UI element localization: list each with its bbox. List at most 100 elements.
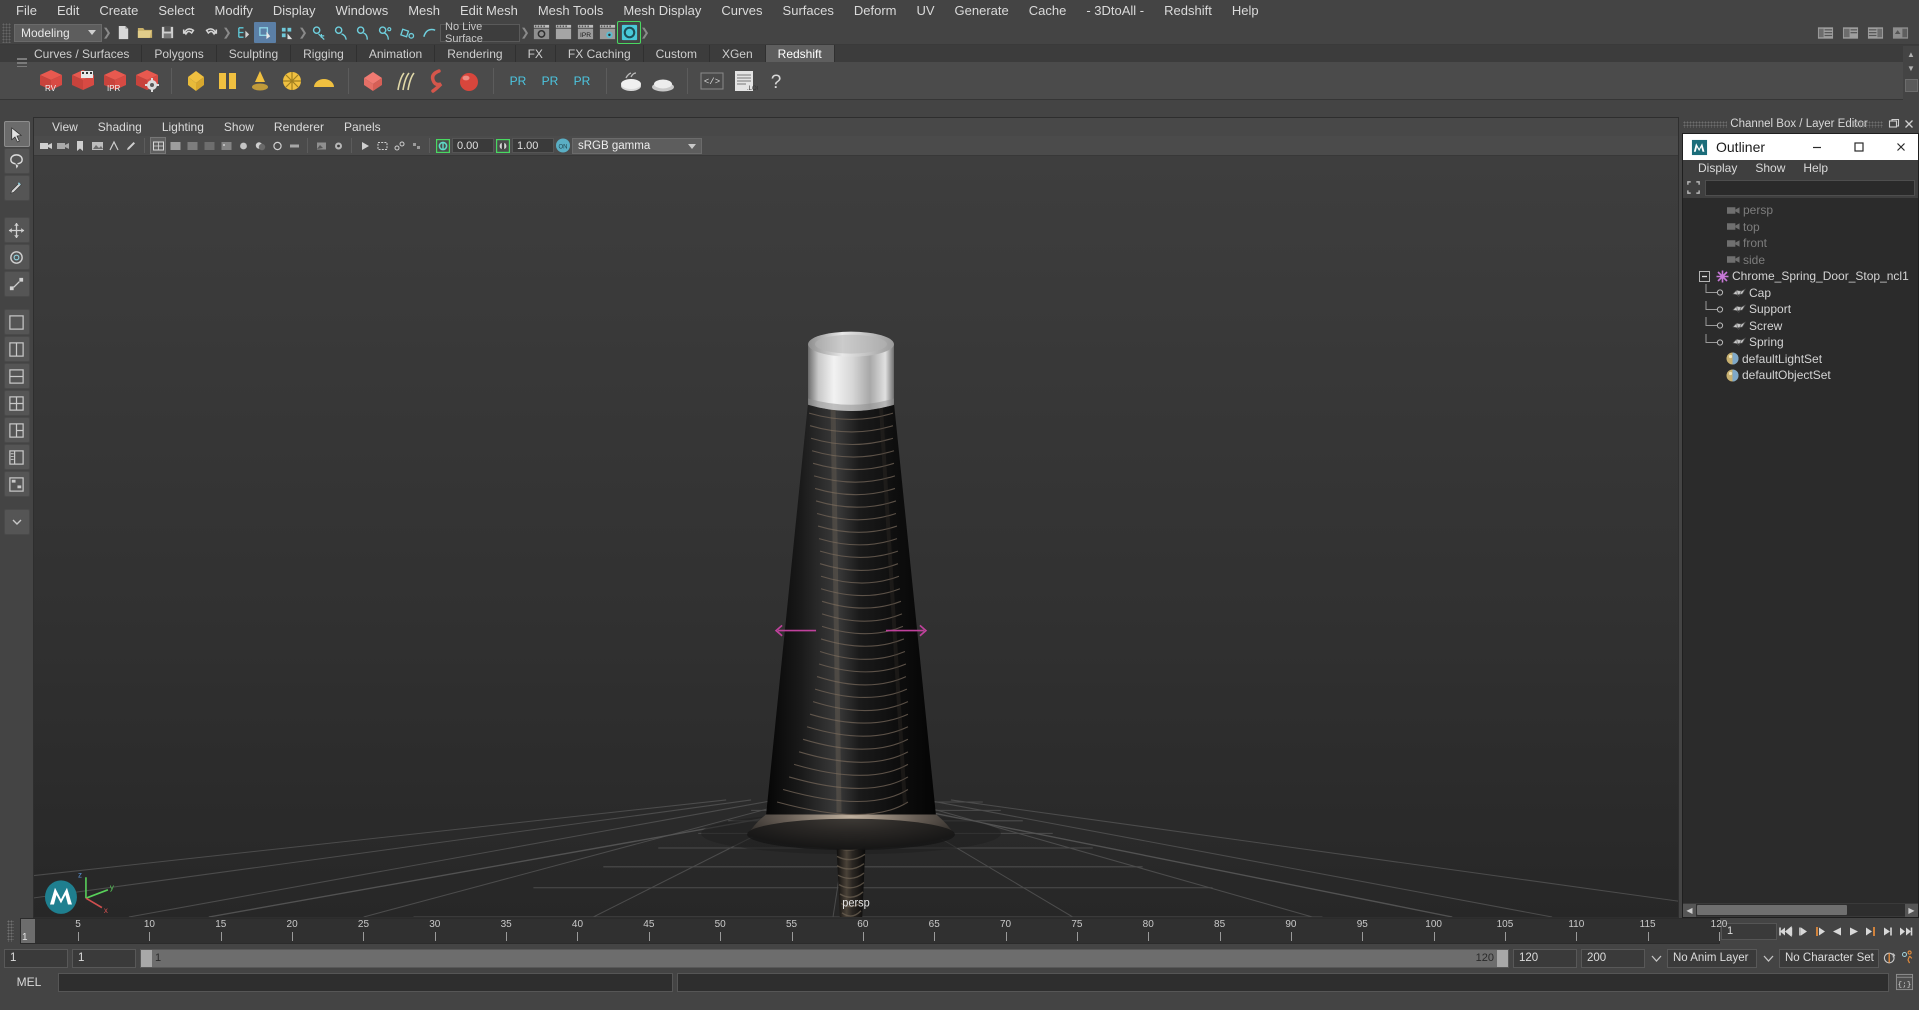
redshift-dome-light-icon[interactable] <box>277 65 307 97</box>
time-slider[interactable]: 1 5 10 15 20 25 30 35 40 45 50 55 60 65 70 75 80 85 90 95 1… <box>20 918 1727 944</box>
redshift-bake-icon[interactable] <box>616 65 646 97</box>
toggle-channel-box-button[interactable] <box>1864 22 1886 43</box>
render-current-frame-button[interactable] <box>530 22 552 43</box>
shadows-icon[interactable] <box>252 137 268 154</box>
section-collapse-arrow-5[interactable]: ❯ <box>640 24 650 42</box>
outliner-maximize-button[interactable] <box>1842 134 1876 160</box>
time-slider-grip[interactable] <box>0 918 20 944</box>
outliner-menu-show[interactable]: Show <box>1746 160 1794 177</box>
menu-set-selector[interactable]: Modeling <box>14 23 102 42</box>
outliner-search-input[interactable] <box>1705 179 1915 196</box>
command-line-mode-label[interactable]: MEL <box>4 975 54 989</box>
character-set-selector[interactable]: No Character Set <box>1779 948 1879 968</box>
redshift-hair-icon[interactable] <box>390 65 420 97</box>
more-layouts-button[interactable] <box>3 509 30 535</box>
section-collapse-arrow-2[interactable]: ❯ <box>222 24 232 42</box>
outliner-item-top[interactable]: top <box>1683 219 1918 236</box>
render-settings-button[interactable] <box>596 22 618 43</box>
open-scene-button[interactable] <box>134 22 156 43</box>
step-forward-key-button[interactable] <box>1863 921 1879 941</box>
menu-item-windows[interactable]: Windows <box>325 0 398 21</box>
range-slider-bar[interactable]: 1 120 <box>140 948 1509 968</box>
shelf-tab-animation[interactable]: Animation <box>356 45 436 62</box>
two-d-pan-zoom-icon[interactable] <box>106 137 122 154</box>
viewport-menu-renderer[interactable]: Renderer <box>264 118 334 136</box>
layout-single-pane-button[interactable] <box>3 309 30 335</box>
anim-layer-selector[interactable]: No Anim Layer <box>1667 948 1757 968</box>
menu-item-display[interactable]: Display <box>263 0 326 21</box>
ambient-occlusion-icon[interactable] <box>269 137 285 154</box>
toggle-render-view-button[interactable] <box>617 21 641 44</box>
redshift-render-settings-icon[interactable] <box>132 65 162 97</box>
scrollbar-thumb[interactable] <box>1697 905 1847 915</box>
redshift-pr-icon-1[interactable]: PR <box>503 65 533 97</box>
redshift-ipr-icon[interactable]: IPR <box>100 65 130 97</box>
move-tool-button[interactable] <box>3 217 30 243</box>
redshift-pr-icon-3[interactable]: PR <box>567 65 597 97</box>
outliner-item-cap[interactable]: Cap <box>1683 284 1918 302</box>
outliner-item-spring[interactable]: Spring <box>1683 333 1918 351</box>
panel-grip-left[interactable] <box>1683 121 1727 128</box>
outliner-tree[interactable]: persp top front side Chrome_Spring_Door_… <box>1683 198 1918 889</box>
outliner-item-default-light-set[interactable]: defaultLightSet <box>1683 351 1918 368</box>
layout-persp-outliner-button[interactable] <box>3 444 30 470</box>
go-to-start-button[interactable] <box>1778 921 1794 941</box>
exposure-toggle-icon[interactable] <box>435 137 451 154</box>
shelf-tab-redshift[interactable]: Redshift <box>765 45 835 62</box>
out1iner-horizontal-scrollbar[interactable]: ◀ ▶ <box>1683 903 1918 917</box>
menu-item-deform[interactable]: Deform <box>844 0 907 21</box>
use-all-lights-icon[interactable] <box>235 137 251 154</box>
make-live-button[interactable] <box>418 22 440 43</box>
layout-two-pane-stacked-button[interactable] <box>3 363 30 389</box>
redshift-bake-set-icon[interactable] <box>648 65 678 97</box>
menu-item-3dtoall[interactable]: - 3DtoAll - <box>1076 0 1154 21</box>
snap-to-grid-button[interactable] <box>308 22 330 43</box>
menu-item-uv[interactable]: UV <box>906 0 944 21</box>
script-editor-button[interactable]: {;} <box>1893 972 1915 992</box>
redshift-area-light-icon[interactable] <box>309 65 339 97</box>
select-by-hierarchy-button[interactable] <box>232 22 254 43</box>
snap-to-curves-button[interactable] <box>330 22 352 43</box>
select-by-component-type-button[interactable] <box>276 22 298 43</box>
menu-item-mesh-display[interactable]: Mesh Display <box>613 0 711 21</box>
shelf-tab-rendering[interactable]: Rendering <box>435 45 516 62</box>
redshift-pr-icon-2[interactable]: PR <box>535 65 565 97</box>
scrollbar-track[interactable] <box>1696 904 1905 916</box>
outliner-item-persp[interactable]: persp <box>1683 202 1918 219</box>
save-scene-button[interactable] <box>156 22 178 43</box>
undo-button[interactable] <box>178 22 200 43</box>
live-surface-field[interactable]: No Live Surface <box>440 21 520 45</box>
outliner-item-screw[interactable]: Screw <box>1683 317 1918 335</box>
exposure-field[interactable]: 0.00 <box>452 138 494 153</box>
layout-three-pane-button[interactable] <box>3 417 30 443</box>
menu-item-surfaces[interactable]: Surfaces <box>773 0 844 21</box>
menu-item-file[interactable]: File <box>6 0 47 21</box>
redshift-render-view-icon[interactable]: RV <box>36 65 66 97</box>
depth-of-field-icon[interactable] <box>330 137 346 154</box>
current-time-field[interactable]: 1 <box>1721 922 1777 940</box>
shaded-display-icon[interactable] <box>167 137 183 154</box>
section-collapse-arrow-1[interactable]: ❯ <box>102 24 112 42</box>
range-start-handle[interactable] <box>141 949 152 967</box>
play-backwards-button[interactable] <box>1829 921 1845 941</box>
paint-select-tool-button[interactable] <box>3 175 30 201</box>
outliner-close-button[interactable] <box>1884 134 1918 160</box>
toolbar-grip[interactable] <box>2 22 11 43</box>
select-camera-icon[interactable] <box>38 137 54 154</box>
panel-close-button[interactable] <box>1903 118 1915 130</box>
outliner-menu-help[interactable]: Help <box>1794 160 1837 177</box>
section-collapse-arrow-4[interactable]: ❯ <box>520 24 530 42</box>
redshift-log-icon[interactable]: .LOG <box>729 65 759 97</box>
snap-to-view-planes-button[interactable] <box>396 22 418 43</box>
animation-start-time-field[interactable]: 1 <box>4 948 68 968</box>
range-end-time-field[interactable]: 120 <box>1513 948 1577 968</box>
layout-hypershade-button[interactable] <box>3 471 30 497</box>
smooth-shade-all-icon[interactable] <box>184 137 200 154</box>
shelf-tab-polygons[interactable]: Polygons <box>142 45 217 62</box>
viewport-canvas[interactable]: y x z persp <box>34 156 1678 917</box>
outliner-minimize-button[interactable] <box>1800 134 1834 160</box>
color-transform-selector[interactable]: sRGB gamma <box>572 137 702 154</box>
menu-item-curves[interactable]: Curves <box>711 0 772 21</box>
bookmarks-icon[interactable] <box>72 137 88 154</box>
scroll-right-arrow-icon[interactable]: ▶ <box>1905 903 1918 917</box>
